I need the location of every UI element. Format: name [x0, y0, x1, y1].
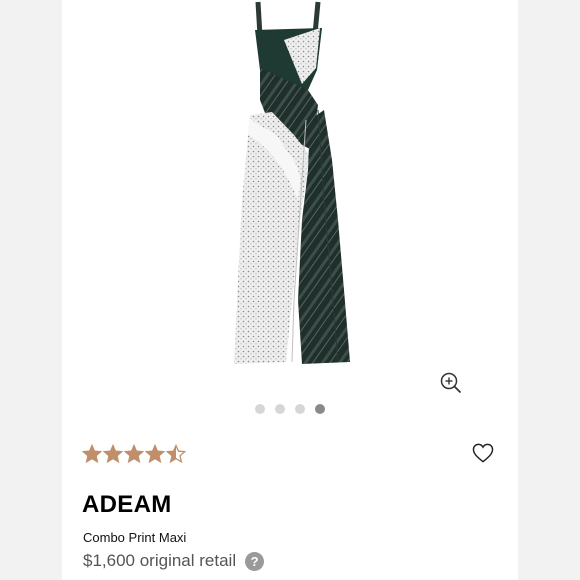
product-card: ADEAM Combo Print Maxi $1,600 original r…: [62, 0, 518, 580]
star-filled-icon: [103, 444, 123, 464]
pagination-dot[interactable]: [275, 404, 285, 414]
product-image[interactable]: [62, 0, 518, 380]
brand-name[interactable]: ADEAM: [82, 491, 172, 519]
image-pagination: [62, 404, 518, 414]
star-half-icon: [166, 444, 186, 464]
zoom-button[interactable]: [438, 370, 464, 396]
price-text: $1,600 original retail: [83, 551, 237, 570]
favorite-button[interactable]: [470, 440, 496, 466]
heart-outline-icon: [472, 443, 494, 463]
price-row: $1,600 original retail ?: [83, 551, 265, 571]
pagination-dot[interactable]: [315, 404, 325, 414]
star-rating: [82, 444, 186, 464]
pagination-dot[interactable]: [295, 404, 305, 414]
star-filled-icon: [124, 444, 144, 464]
product-name: Combo Print Maxi: [83, 530, 187, 545]
pagination-dot[interactable]: [255, 404, 265, 414]
star-filled-icon: [82, 444, 102, 464]
zoom-in-icon: [440, 372, 462, 394]
star-filled-icon: [145, 444, 165, 464]
question-icon[interactable]: ?: [245, 551, 265, 571]
